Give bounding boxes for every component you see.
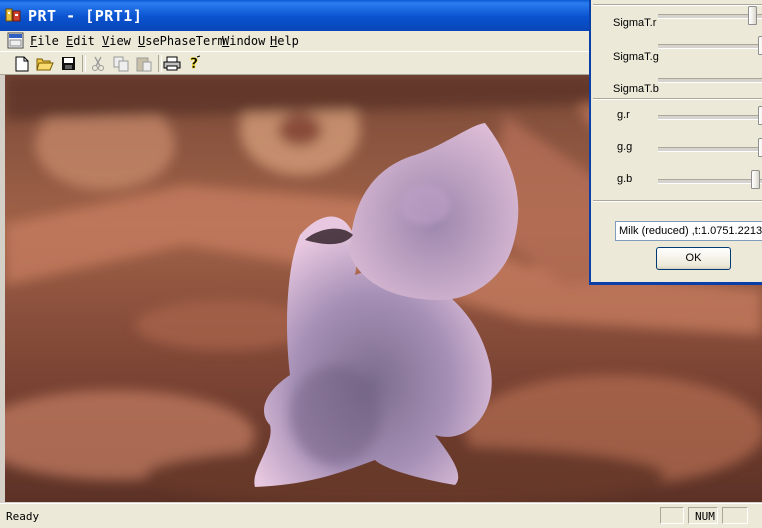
- slider-track-g-r: [658, 115, 762, 120]
- menu-help[interactable]: Help: [270, 34, 299, 48]
- paste-icon: [136, 57, 152, 71]
- slider-thumb-sigmat-g[interactable]: [758, 36, 762, 55]
- material-field[interactable]: Milk (reduced) ,t:1.0751.2213: [615, 221, 762, 241]
- status-bar: Ready NUM: [0, 503, 762, 528]
- menu-view[interactable]: View: [102, 34, 131, 48]
- toolbar: ?: [0, 51, 590, 75]
- slider-track-sigmat-g: [658, 44, 762, 49]
- app-icon: [5, 8, 21, 22]
- slider-label-g-g: g.g: [617, 141, 633, 153]
- slider-thumb-g-g[interactable]: [758, 138, 762, 157]
- slider-track-g-b: [658, 179, 762, 184]
- slider-label-sigmat-r: SigmaT.r: [613, 17, 657, 29]
- paste-button[interactable]: [134, 54, 154, 73]
- print-button[interactable]: [162, 54, 182, 73]
- open-button[interactable]: [35, 54, 55, 73]
- save-icon: [61, 57, 75, 70]
- window-title: PRT - [PRT1]: [28, 7, 143, 25]
- document-icon[interactable]: [7, 32, 24, 49]
- slider-track-sigmat-r: [658, 14, 762, 19]
- slider-thumb-sigmat-r[interactable]: [748, 6, 757, 25]
- status-num: NUM: [688, 507, 718, 524]
- slider-label-sigmat-g: SigmaT.g: [613, 51, 659, 63]
- save-button[interactable]: [58, 54, 78, 73]
- menu-bar: File Edit View UsePhaseTerm Window Help: [0, 31, 590, 51]
- copy-button[interactable]: [111, 54, 131, 73]
- help-icon: ?: [190, 55, 201, 72]
- print-icon: [163, 56, 181, 71]
- menu-edit[interactable]: Edit: [66, 34, 95, 48]
- status-pane-scrl: [722, 507, 748, 524]
- status-pane-caps: [660, 507, 684, 524]
- title-bar[interactable]: PRT - [PRT1]: [0, 0, 590, 31]
- parameter-dialog: SigmaT.r SigmaT.g SigmaT.b g.r g.g g.b M…: [589, 0, 762, 285]
- menu-usephaseterm[interactable]: UsePhaseTerm: [138, 34, 225, 48]
- slider-label-sigmat-b: SigmaT.b: [613, 83, 659, 95]
- svg-text:?: ?: [190, 56, 198, 72]
- help-button[interactable]: ?: [185, 54, 205, 73]
- status-text: Ready: [6, 510, 40, 523]
- new-button[interactable]: [12, 54, 32, 73]
- menu-file[interactable]: File: [30, 34, 59, 48]
- copy-icon: [113, 56, 129, 71]
- slider-label-g-r: g.r: [617, 109, 630, 121]
- ok-button[interactable]: OK: [656, 247, 731, 270]
- cut-button[interactable]: [88, 54, 108, 73]
- slider-thumb-g-r[interactable]: [758, 106, 762, 125]
- slider-track-sigmat-b: [658, 78, 762, 83]
- open-icon: [36, 58, 54, 71]
- slider-label-g-b: g.b: [617, 173, 633, 185]
- new-icon: [15, 56, 29, 71]
- menu-window[interactable]: Window: [222, 34, 265, 48]
- cut-icon: [92, 56, 104, 71]
- slider-track-g-g: [658, 147, 762, 152]
- slider-thumb-g-b[interactable]: [751, 170, 760, 189]
